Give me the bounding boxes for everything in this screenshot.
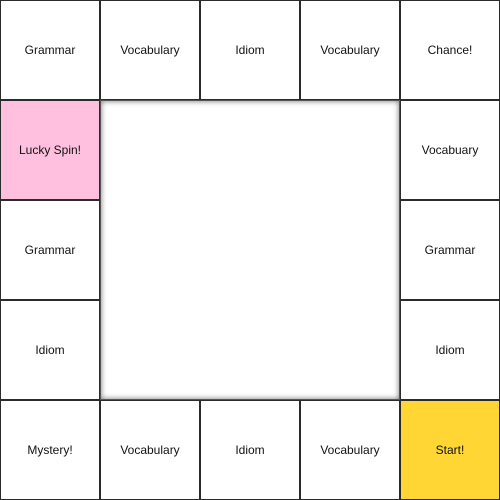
board-space-vocabulary[interactable]: Vocabuary bbox=[400, 100, 500, 200]
space-label: Start! bbox=[435, 443, 465, 457]
space-label: Idiom bbox=[235, 43, 265, 57]
space-label: Chance! bbox=[427, 43, 473, 57]
space-label: Idiom bbox=[435, 343, 465, 357]
space-label: Lucky Spin! bbox=[18, 143, 82, 157]
game-board: Grammar Vocabulary Idiom Vocabulary Chan… bbox=[0, 0, 500, 500]
space-label: Vocabuary bbox=[421, 143, 479, 157]
board-space-grammar[interactable]: Grammar bbox=[0, 0, 100, 100]
space-label: Idiom bbox=[235, 443, 265, 457]
board-space-start[interactable]: Start! bbox=[400, 400, 500, 500]
board-space-mystery[interactable]: Mystery! bbox=[0, 400, 100, 500]
board-space-chance[interactable]: Chance! bbox=[400, 0, 500, 100]
space-label: Vocabulary bbox=[120, 43, 180, 57]
board-space-vocabulary[interactable]: Vocabulary bbox=[300, 0, 400, 100]
space-label: Vocabulary bbox=[320, 443, 380, 457]
space-label: Vocabulary bbox=[120, 443, 180, 457]
space-label: Grammar bbox=[24, 243, 76, 257]
board-center-area bbox=[100, 100, 400, 400]
space-label: Vocabulary bbox=[320, 43, 380, 57]
board-space-vocabulary[interactable]: Vocabulary bbox=[100, 400, 200, 500]
board-space-idiom[interactable]: Idiom bbox=[200, 0, 300, 100]
space-label: Mystery! bbox=[27, 443, 73, 457]
board-space-idiom[interactable]: Idiom bbox=[0, 300, 100, 400]
board-space-grammar[interactable]: Grammar bbox=[400, 200, 500, 300]
board-space-lucky-spin[interactable]: Lucky Spin! bbox=[0, 100, 100, 200]
board-space-grammar[interactable]: Grammar bbox=[0, 200, 100, 300]
space-label: Grammar bbox=[24, 43, 76, 57]
space-label: Idiom bbox=[35, 343, 65, 357]
board-space-vocabulary[interactable]: Vocabulary bbox=[100, 0, 200, 100]
board-space-idiom[interactable]: Idiom bbox=[400, 300, 500, 400]
board-space-idiom[interactable]: Idiom bbox=[200, 400, 300, 500]
space-label: Grammar bbox=[424, 243, 476, 257]
board-space-vocabulary[interactable]: Vocabulary bbox=[300, 400, 400, 500]
